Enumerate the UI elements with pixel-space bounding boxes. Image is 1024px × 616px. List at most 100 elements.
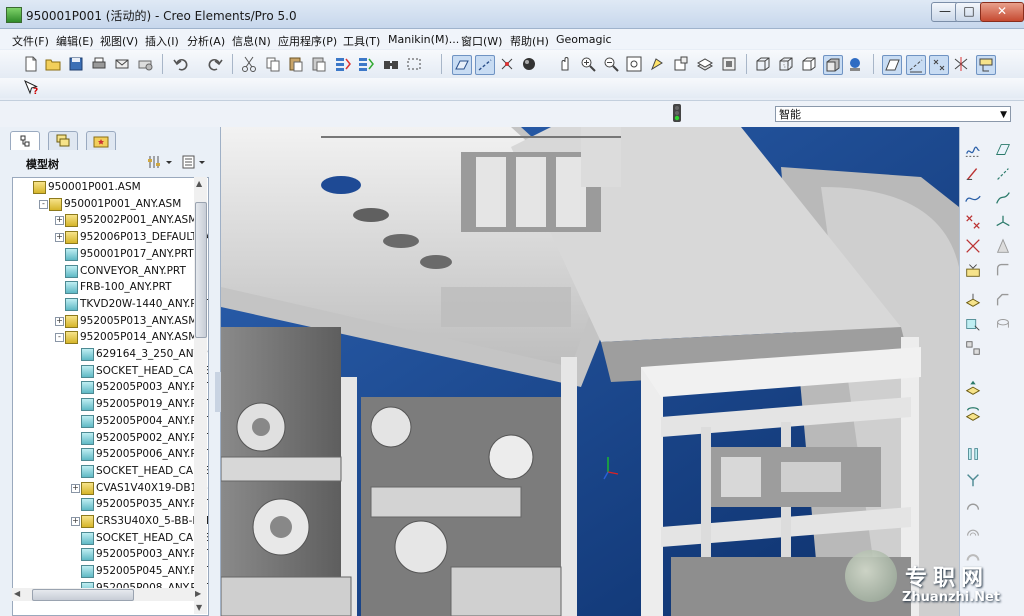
menu-view[interactable]: 视图(V) [100, 33, 138, 49]
point-display-icon[interactable] [929, 55, 949, 75]
extrude-icon[interactable] [964, 379, 984, 399]
menu-geomagic[interactable]: Geomagic [556, 33, 612, 46]
menu-analysis[interactable]: 分析(A) [187, 33, 225, 49]
scroll-left-icon[interactable]: ◀ [14, 589, 20, 598]
cut-icon[interactable] [240, 55, 258, 73]
graphics-window[interactable] [221, 127, 959, 616]
csys-display-icon[interactable] [952, 55, 970, 73]
expand-icon[interactable]: + [55, 316, 64, 326]
menu-manikin[interactable]: Manikin(M)... [388, 33, 459, 46]
menu-insert[interactable]: 插入(I) [145, 33, 179, 49]
menu-window[interactable]: 窗口(W) [461, 33, 502, 49]
scroll-up-icon[interactable]: ▲ [196, 179, 202, 188]
expand-icon[interactable]: + [55, 216, 64, 226]
email-icon[interactable] [113, 55, 131, 73]
paste-special-icon[interactable] [310, 55, 328, 73]
scroll-down-icon[interactable]: ▼ [196, 603, 202, 612]
menu-edit[interactable]: 编辑(E) [56, 33, 94, 49]
mirror-icon[interactable] [964, 445, 984, 465]
tree-vertical-scroll-thumb[interactable] [195, 202, 207, 338]
close-button[interactable]: ✕ [980, 2, 1024, 22]
select-box-icon[interactable] [405, 55, 423, 73]
tree-show-button[interactable] [180, 153, 210, 171]
analysis-feature-icon[interactable] [964, 237, 984, 257]
scroll-right-icon[interactable]: ▶ [195, 589, 201, 598]
menu-applications[interactable]: 应用程序(P) [278, 33, 337, 49]
collapse-icon[interactable]: - [39, 199, 48, 209]
selection-filter-dropdown[interactable]: 智能 ▼ [775, 106, 1011, 122]
plane-display-icon[interactable] [882, 55, 902, 75]
collapse-icon[interactable]: - [55, 333, 64, 343]
tree-vertical-scrollbar[interactable]: ▲ ▼ [194, 177, 207, 614]
trim-icon[interactable] [964, 497, 984, 517]
hidden-line-icon[interactable] [777, 55, 795, 73]
reorient-icon[interactable] [648, 55, 666, 73]
offset-icon[interactable] [964, 523, 984, 543]
draft-icon[interactable] [994, 237, 1014, 257]
shaded-icon[interactable] [823, 55, 843, 75]
tree-horizontal-scroll-thumb[interactable] [32, 589, 134, 601]
datum-plane-tool-icon[interactable] [994, 141, 1014, 161]
tree-settings-button[interactable] [146, 153, 176, 171]
undo-icon[interactable] [172, 55, 190, 73]
zoom-in-icon[interactable] [579, 55, 597, 73]
layer-tree-tab-icon[interactable] [48, 131, 78, 150]
merge-icon[interactable] [964, 471, 984, 491]
model-tree[interactable]: 950001P001.ASM -950001P001_ANY.ASM +952002… [12, 177, 209, 616]
favorites-tab-icon[interactable] [86, 131, 116, 150]
revolve-icon[interactable] [964, 405, 984, 425]
datum-curve-tool-icon[interactable] [994, 189, 1014, 209]
regen-manager-icon[interactable] [357, 55, 375, 73]
shading-icon[interactable] [520, 55, 538, 73]
expand-icon[interactable]: + [71, 483, 80, 493]
no-hidden-icon[interactable] [800, 55, 818, 73]
saved-views-icon[interactable] [672, 55, 690, 73]
print-icon[interactable] [90, 55, 108, 73]
expand-icon[interactable]: + [71, 517, 80, 526]
datum-curve-icon[interactable] [964, 189, 984, 209]
round-icon[interactable] [994, 261, 1014, 281]
menu-tools[interactable]: 工具(T) [343, 33, 380, 49]
datum-points-icon[interactable] [498, 55, 516, 73]
chamfer-icon[interactable] [994, 291, 1014, 311]
datum-axis-tool-icon[interactable] [994, 165, 1014, 185]
view-manager-icon[interactable] [720, 55, 738, 73]
search-tool-icon[interactable] [382, 55, 400, 73]
maximize-button[interactable]: □ [955, 2, 983, 22]
axis-display-icon[interactable] [906, 55, 926, 75]
menu-file[interactable]: 文件(F) [12, 33, 49, 49]
wireframe-icon[interactable] [754, 55, 772, 73]
datum-axes-icon[interactable] [475, 55, 495, 75]
menu-help[interactable]: 帮助(H) [510, 33, 549, 49]
refit-icon[interactable] [625, 55, 643, 73]
tree-horizontal-scrollbar[interactable]: ◀ ▶ [12, 588, 207, 601]
model-tree-tab-icon[interactable] [10, 131, 40, 150]
pattern-icon[interactable] [964, 339, 984, 359]
save-icon[interactable] [67, 55, 85, 73]
publish-geom-icon[interactable] [964, 261, 984, 281]
pan-icon[interactable] [556, 55, 574, 73]
enhanced-realism-icon[interactable] [846, 55, 864, 73]
assemble-icon[interactable] [964, 291, 984, 311]
context-help-icon[interactable]: ? [22, 79, 40, 97]
sketched-curve-icon[interactable] [964, 165, 984, 185]
open-folder-icon[interactable] [44, 55, 62, 73]
redo-icon[interactable] [206, 55, 224, 73]
copy-icon[interactable] [264, 55, 282, 73]
regenerate-icon[interactable] [334, 55, 352, 73]
spin-center-icon[interactable] [976, 55, 996, 75]
sketch-icon[interactable] [964, 141, 984, 161]
create-component-icon[interactable] [964, 315, 984, 335]
menu-info[interactable]: 信息(N) [232, 33, 271, 49]
title-bar[interactable]: 950001P001 (活动的) - Creo Elements/Pro 5.0… [0, 0, 1024, 29]
datum-planes-icon[interactable] [452, 55, 472, 75]
hole-icon[interactable] [994, 315, 1014, 335]
paste-icon[interactable] [287, 55, 305, 73]
layers-icon[interactable] [696, 55, 714, 73]
send-icon[interactable] [136, 55, 154, 73]
csys-tool-icon[interactable] [994, 213, 1014, 233]
expand-icon[interactable]: + [55, 233, 64, 243]
new-file-icon[interactable] [22, 55, 40, 73]
datum-point-icon[interactable] [964, 213, 984, 233]
zoom-out-icon[interactable] [602, 55, 620, 73]
